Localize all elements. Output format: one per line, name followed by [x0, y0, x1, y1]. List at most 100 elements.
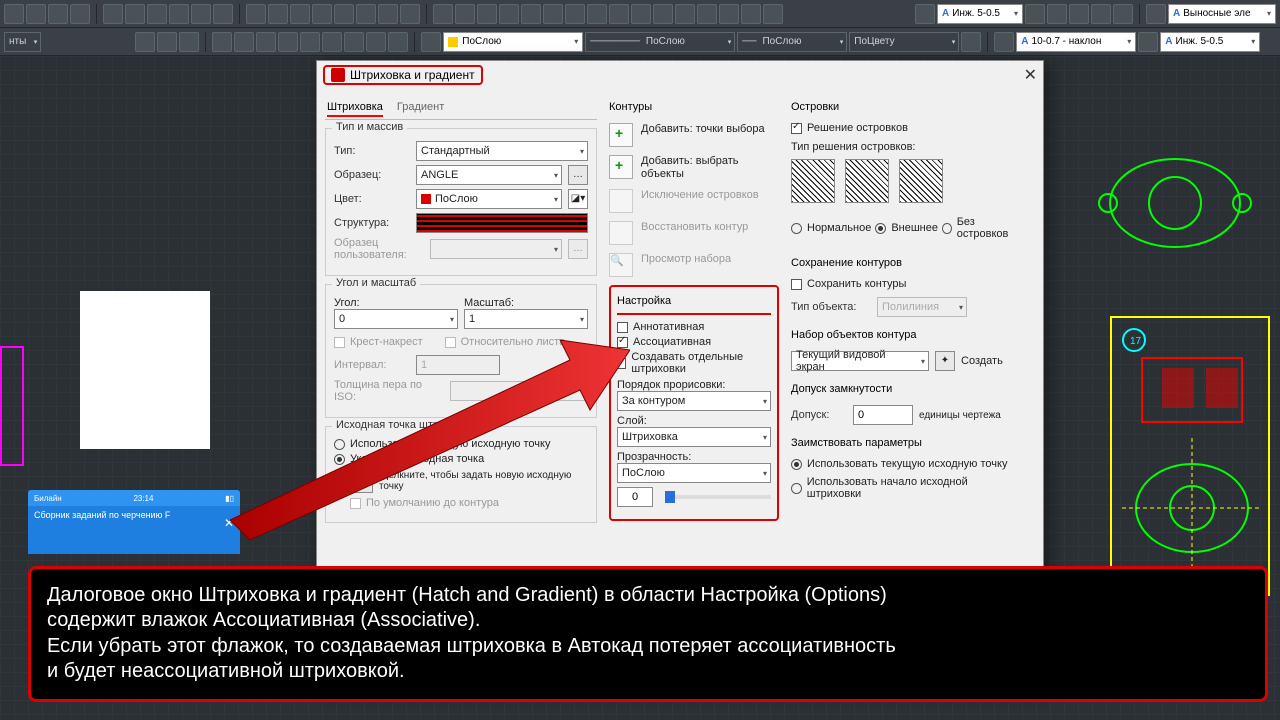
- angle-combo[interactable]: 0▾: [334, 309, 458, 329]
- tool-icon[interactable]: [521, 4, 541, 24]
- color-swatch-button[interactable]: ◪▾: [568, 189, 588, 209]
- island-ignore-radio[interactable]: Без островков: [942, 216, 1019, 240]
- separate-hatches-check[interactable]: Создавать отдельные штриховки: [617, 351, 771, 375]
- tool-icon[interactable]: [169, 4, 189, 24]
- tool-icon[interactable]: [48, 4, 68, 24]
- boundary-set-combo[interactable]: Текущий видовой экран▾: [791, 351, 929, 371]
- tool-icon[interactable]: [565, 4, 585, 24]
- phone-close-icon[interactable]: ✕: [224, 516, 234, 530]
- island-outer-radio[interactable]: Внешнее: [875, 222, 938, 234]
- tool-icon[interactable]: [1025, 4, 1045, 24]
- pattern-combo[interactable]: ANGLE▾: [416, 165, 562, 185]
- origin-current-radio[interactable]: Использовать текущую исходную точку: [334, 438, 588, 450]
- tablestyle-combo[interactable]: AИнж. 5-0.5▾: [1160, 32, 1260, 52]
- transparency-slider[interactable]: [665, 495, 771, 499]
- tool-icon[interactable]: [653, 4, 673, 24]
- tool-icon[interactable]: [268, 4, 288, 24]
- island-style-outer[interactable]: [845, 159, 889, 203]
- tool-icon[interactable]: [212, 32, 232, 52]
- tool-icon[interactable]: [191, 4, 211, 24]
- dim-style-combo[interactable]: AИнж. 5-0.5▾: [937, 4, 1023, 24]
- tool-icon[interactable]: [334, 4, 354, 24]
- tool-icon[interactable]: [278, 32, 298, 52]
- linetype-drop[interactable]: ───────ПоСлою▾: [585, 32, 735, 52]
- tool-icon[interactable]: [300, 32, 320, 52]
- tool-icon[interactable]: [763, 4, 783, 24]
- island-style-normal[interactable]: [791, 159, 835, 203]
- tool-icon[interactable]: [356, 4, 376, 24]
- tool-icon[interactable]: [433, 4, 453, 24]
- add-select-button[interactable]: Добавить: выбрать объекты: [609, 155, 779, 181]
- tool-icon[interactable]: [179, 32, 199, 52]
- tool-icon[interactable]: [961, 32, 981, 52]
- tool-icon[interactable]: [543, 4, 563, 24]
- tool-icon[interactable]: [1146, 4, 1166, 24]
- scale-combo[interactable]: 1▾: [464, 309, 588, 329]
- tool-icon[interactable]: [631, 4, 651, 24]
- associative-check[interactable]: Ассоциативная: [617, 336, 771, 348]
- tool-icon[interactable]: [609, 4, 629, 24]
- tool-icon[interactable]: [421, 32, 441, 52]
- add-pickpoints-button[interactable]: Добавить: точки выбора: [609, 123, 779, 147]
- inherit-source-radio[interactable]: Использовать начало исходной штриховки: [791, 476, 1019, 500]
- tool-icon[interactable]: [378, 4, 398, 24]
- new-boundary-button[interactable]: ✦: [935, 351, 955, 371]
- tool-icon[interactable]: [697, 4, 717, 24]
- tool-icon[interactable]: [915, 4, 935, 24]
- tool-icon[interactable]: [1047, 4, 1067, 24]
- layer-combo[interactable]: Штриховка▾: [617, 427, 771, 447]
- tool-icon[interactable]: [499, 4, 519, 24]
- origin-specified-radio[interactable]: Указанная исходная точка: [334, 453, 588, 465]
- inherit-current-radio[interactable]: Использовать текущую исходную точку: [791, 458, 1019, 470]
- tool-icon[interactable]: [290, 4, 310, 24]
- draworder-combo[interactable]: За контуром▾: [617, 391, 771, 411]
- transparency-combo[interactable]: ПоСлою▾: [617, 463, 771, 483]
- tool-icon[interactable]: [1138, 32, 1158, 52]
- leader-style-combo[interactable]: AВыносные эле▾: [1168, 4, 1276, 24]
- tool-icon[interactable]: [366, 32, 386, 52]
- tool-icon[interactable]: [344, 32, 364, 52]
- tool-icon[interactable]: [312, 4, 332, 24]
- tool-icon[interactable]: [70, 4, 90, 24]
- ext-drop[interactable]: нты▾: [4, 32, 41, 52]
- tool-icon[interactable]: [1069, 4, 1089, 24]
- tool-icon[interactable]: [157, 32, 177, 52]
- tool-icon[interactable]: [719, 4, 739, 24]
- pick-origin-button[interactable]: ⌖: [350, 469, 373, 493]
- tool-icon[interactable]: [125, 4, 145, 24]
- tab-hatch[interactable]: Штриховка: [327, 101, 383, 117]
- tool-icon[interactable]: [1091, 4, 1111, 24]
- lineweight-drop[interactable]: ──ПоСлою▾: [737, 32, 847, 52]
- tool-icon[interactable]: [587, 4, 607, 24]
- color-combo[interactable]: ПоСлою▾: [416, 189, 562, 209]
- color-combo[interactable]: ПоСлою▾: [443, 32, 583, 52]
- keep-boundary-check[interactable]: Сохранить контуры: [791, 278, 1019, 290]
- plotstyle-drop[interactable]: ПоЦвету▾: [849, 32, 959, 52]
- island-detection-check[interactable]: Решение островков: [791, 122, 1019, 134]
- tool-icon[interactable]: [26, 4, 46, 24]
- tool-icon[interactable]: [741, 4, 761, 24]
- tool-icon[interactable]: [994, 32, 1014, 52]
- tool-icon[interactable]: [256, 32, 276, 52]
- structure-preview[interactable]: [416, 213, 588, 233]
- annotative-check[interactable]: Аннотативная: [617, 321, 771, 333]
- pattern-browse-button[interactable]: …: [568, 165, 588, 185]
- textstyle-combo[interactable]: A10-0.7 - наклон▾: [1016, 32, 1136, 52]
- island-style-ignore[interactable]: [899, 159, 943, 203]
- tool-icon[interactable]: [234, 32, 254, 52]
- tab-gradient[interactable]: Градиент: [397, 101, 444, 117]
- transparency-input[interactable]: [617, 487, 653, 507]
- tool-icon[interactable]: [213, 4, 233, 24]
- tool-icon[interactable]: [4, 4, 24, 24]
- tool-icon[interactable]: [675, 4, 695, 24]
- island-normal-radio[interactable]: Нормальное: [791, 222, 871, 234]
- close-icon[interactable]: ✕: [1024, 65, 1037, 85]
- gap-input[interactable]: [853, 405, 913, 425]
- tool-icon[interactable]: [1113, 4, 1133, 24]
- tool-icon[interactable]: [477, 4, 497, 24]
- tool-icon[interactable]: [388, 32, 408, 52]
- tool-icon[interactable]: [103, 4, 123, 24]
- tool-icon[interactable]: [135, 32, 155, 52]
- tool-icon[interactable]: [147, 4, 167, 24]
- type-combo[interactable]: Стандартный▾: [416, 141, 588, 161]
